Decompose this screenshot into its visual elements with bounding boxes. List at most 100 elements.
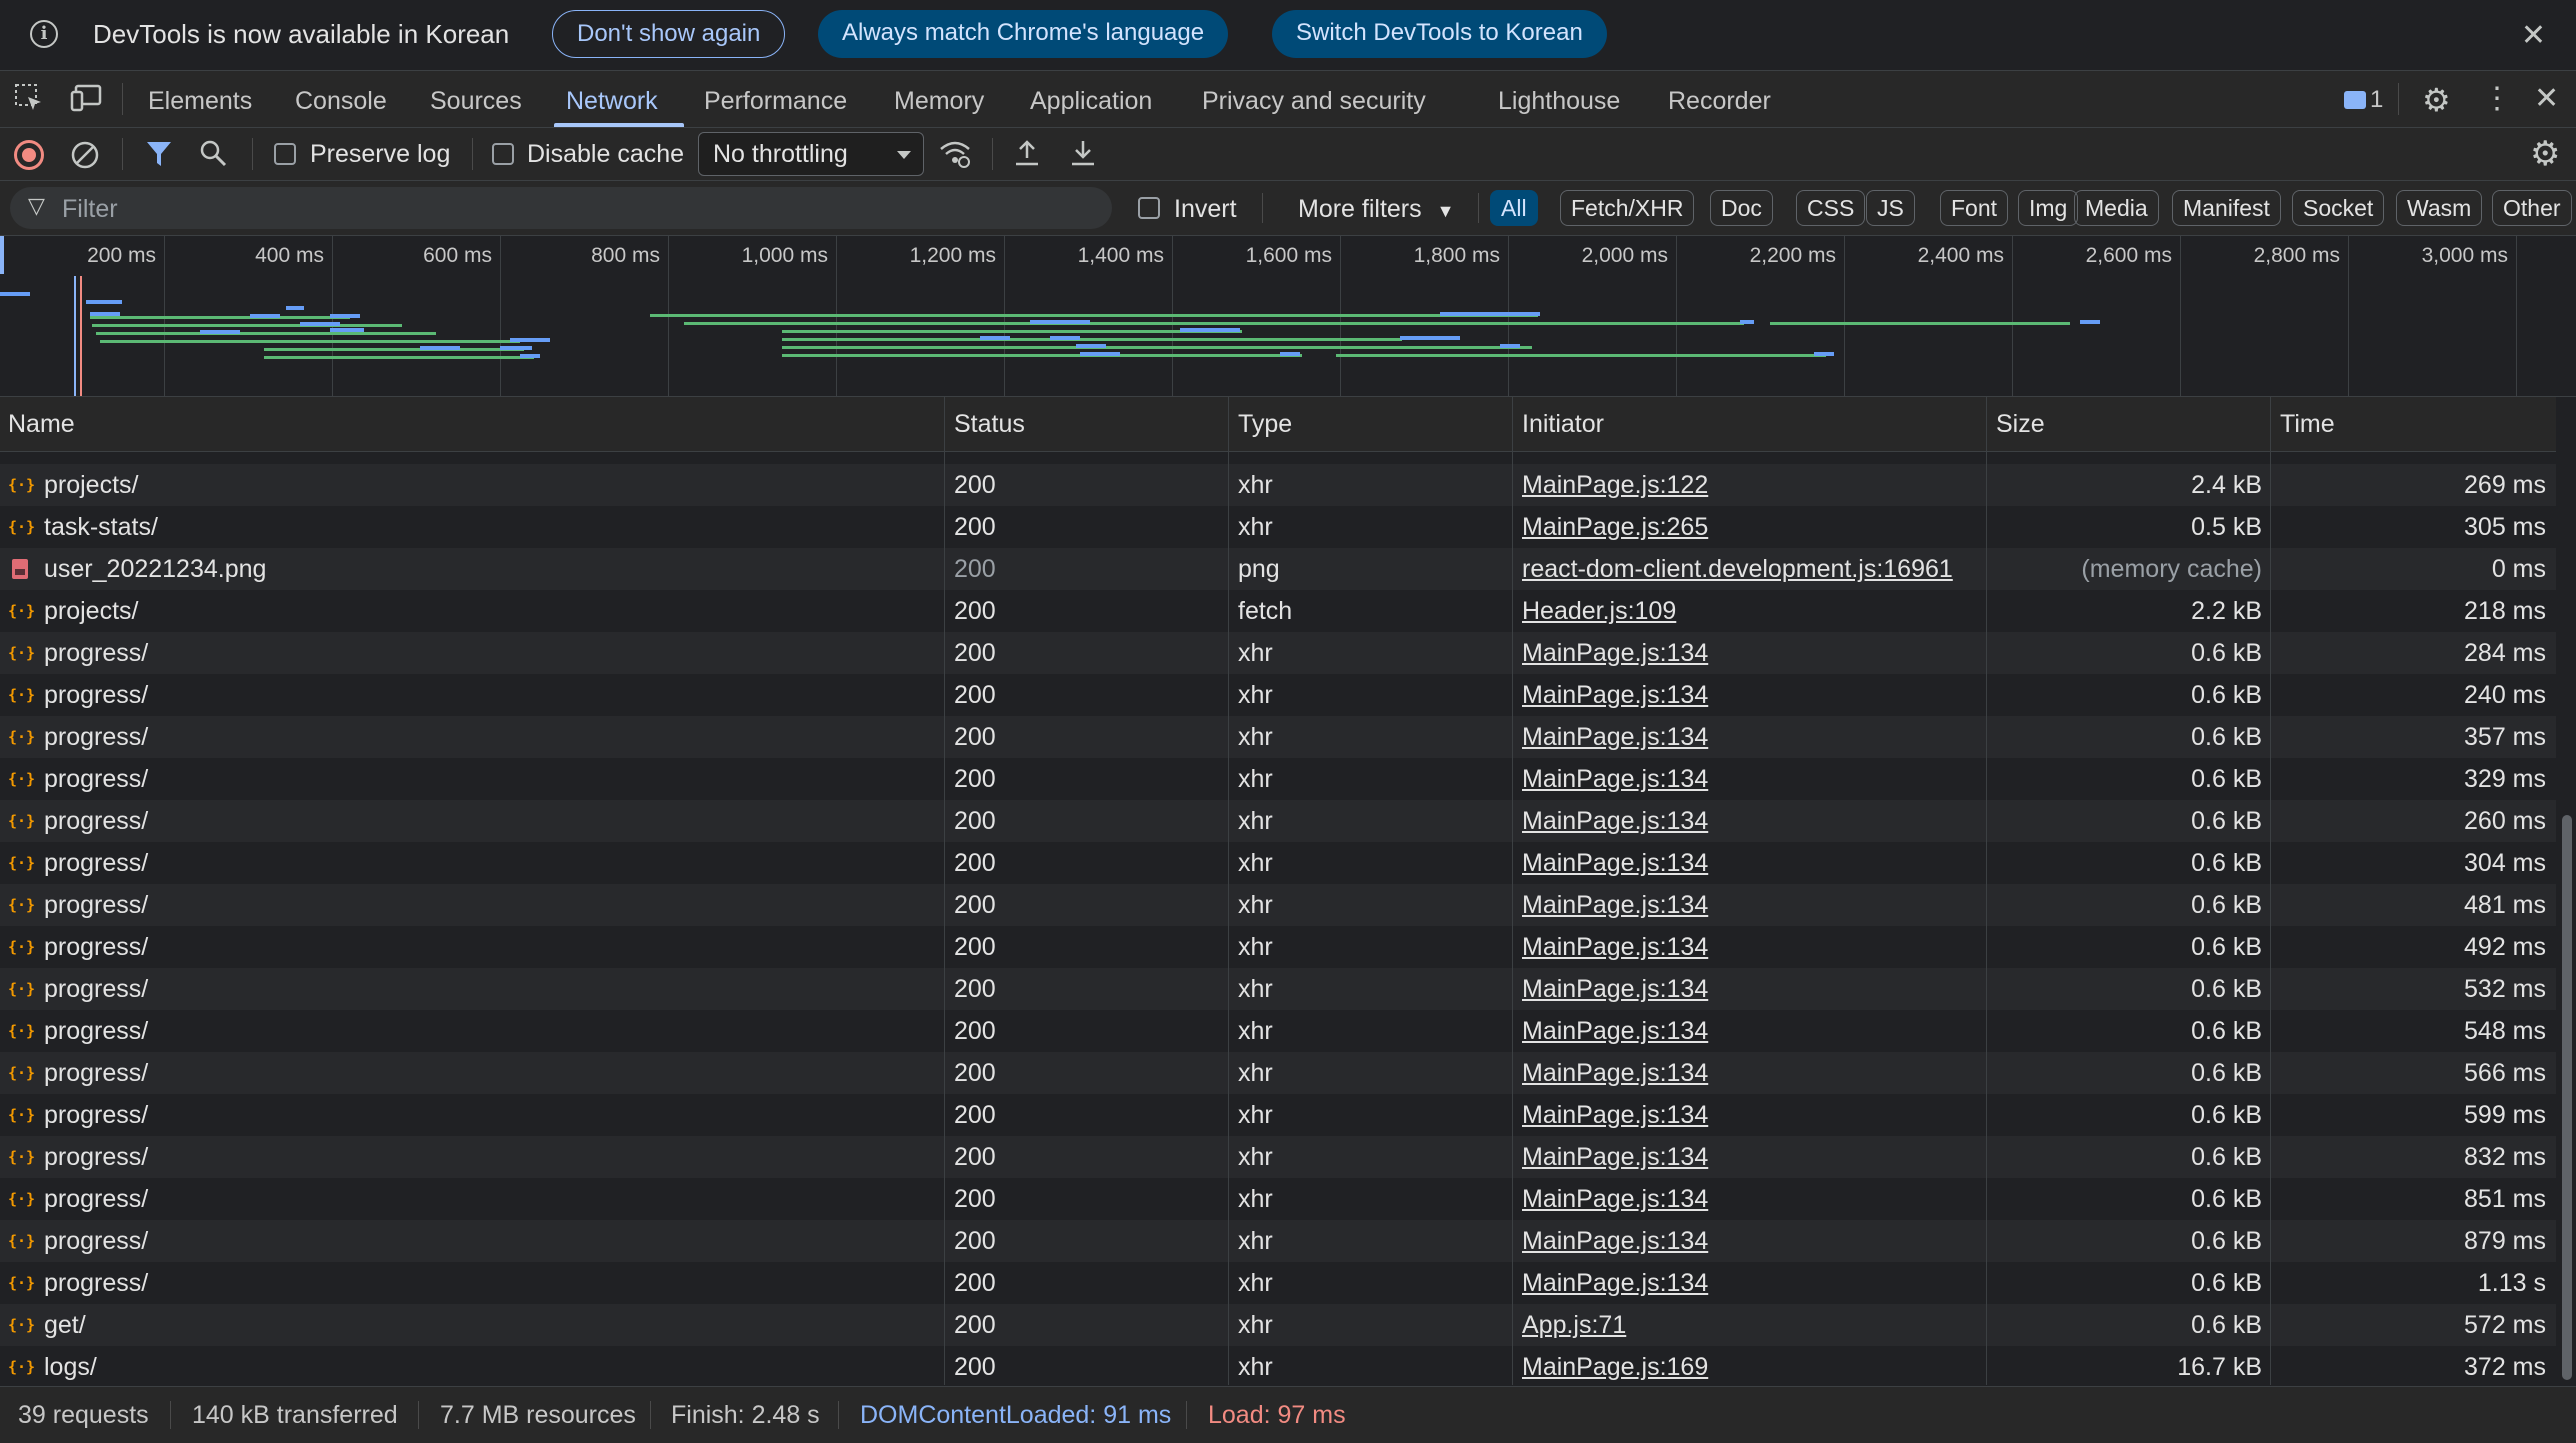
column-size[interactable]: Size	[1996, 397, 2045, 451]
filter-input[interactable]: ▽ Filter	[10, 187, 1112, 229]
table-row[interactable]: {·} progress/200 xhr MainPage.js:134 0.6 kB 8…	[0, 1178, 2556, 1220]
invert-checkbox[interactable]	[1138, 197, 1160, 219]
column-type[interactable]: Type	[1238, 397, 1292, 451]
table-row[interactable]: {·} projects/200 fetch Header.js:109 2.2 kB 2…	[0, 590, 2556, 632]
chip-wasm[interactable]: Wasm	[2396, 190, 2483, 226]
chip-img[interactable]: Img	[2018, 190, 2079, 226]
tab-privacy-and-security[interactable]: Privacy and security	[1202, 71, 1426, 127]
table-row[interactable]: {·} progress/200 xhr MainPage.js:134 0.6 kB 3…	[0, 758, 2556, 800]
filter-funnel-icon[interactable]	[146, 140, 172, 175]
network-settings-gear-icon[interactable]: ⚙	[2530, 134, 2560, 174]
tab-memory[interactable]: Memory	[894, 71, 984, 127]
always-match-language-button[interactable]: Always match Chrome's language	[818, 10, 1229, 58]
filter-placeholder: Filter	[62, 195, 118, 223]
request-initiator-link[interactable]: MainPage.js:134	[1522, 1094, 1972, 1136]
table-row[interactable]: {·} progress/200 xhr MainPage.js:134 0.6 kB 2…	[0, 674, 2556, 716]
request-initiator-link[interactable]: MainPage.js:122	[1522, 464, 1972, 506]
request-initiator-link[interactable]: MainPage.js:134	[1522, 884, 1972, 926]
table-row[interactable]: {·} progress/200 xhr MainPage.js:134 0.6 kB 5…	[0, 968, 2556, 1010]
table-row[interactable]: {·} progress/200 xhr MainPage.js:134 0.6 kB 3…	[0, 842, 2556, 884]
table-row[interactable]: {·} progress/200 xhr MainPage.js:134 0.6 kB 3…	[0, 716, 2556, 758]
preserve-log-checkbox[interactable]	[274, 143, 296, 165]
switch-to-korean-button[interactable]: Switch DevTools to Korean	[1272, 10, 1607, 58]
column-status[interactable]: Status	[954, 397, 1025, 451]
tab-performance[interactable]: Performance	[704, 71, 847, 127]
export-har-download-icon[interactable]	[1068, 138, 1098, 175]
request-initiator-link[interactable]: MainPage.js:134	[1522, 1052, 1972, 1094]
table-row[interactable]: {·} progress/200 xhr MainPage.js:134 0.6 kB 1…	[0, 1262, 2556, 1304]
issues-counter[interactable]: 1	[2344, 85, 2383, 115]
table-row[interactable]: {·} progress/200 xhr MainPage.js:134 0.6 kB 5…	[0, 1052, 2556, 1094]
network-overview-timeline[interactable]: 200 ms 400 ms 600 ms 800 ms 1,000 ms 1,200 ms…	[0, 236, 2576, 397]
chip-doc[interactable]: Doc	[1710, 190, 1773, 226]
request-initiator-link[interactable]: MainPage.js:134	[1522, 632, 1972, 674]
chip-other[interactable]: Other	[2492, 190, 2572, 226]
table-row[interactable]: {·} progress/200 xhr MainPage.js:134 0.6 kB 8…	[0, 1220, 2556, 1262]
dont-show-again-button[interactable]: Don't show again	[552, 10, 786, 58]
tab-elements[interactable]: Elements	[148, 71, 252, 127]
tab-network[interactable]: Network	[566, 71, 658, 127]
column-time[interactable]: Time	[2280, 397, 2335, 451]
table-row[interactable]: {·} progress/200 xhr MainPage.js:134 0.6 kB 4…	[0, 926, 2556, 968]
timeline-selection-handle[interactable]	[0, 236, 4, 274]
settings-gear-icon[interactable]: ⚙	[2422, 81, 2451, 119]
request-initiator-link[interactable]: MainPage.js:134	[1522, 1220, 1972, 1262]
tab-sources[interactable]: Sources	[430, 71, 522, 127]
table-row[interactable]: {·} projects/200 xhr MainPage.js:122 2.4 kB 2…	[0, 464, 2556, 506]
disable-cache-checkbox[interactable]	[492, 143, 514, 165]
column-name[interactable]: Name	[8, 397, 75, 451]
table-row[interactable]: {·} get/200 xhr App.js:71 0.6 kB 572 ms	[0, 1304, 2556, 1346]
chip-css[interactable]: CSS	[1796, 190, 1866, 226]
chip-js[interactable]: JS	[1866, 190, 1915, 226]
table-row[interactable]: {·} progress/200 xhr MainPage.js:134 0.6 kB 4…	[0, 884, 2556, 926]
tab-recorder[interactable]: Recorder	[1668, 71, 1771, 127]
inspect-element-icon[interactable]	[14, 83, 44, 120]
table-row[interactable]: {·} progress/200 xhr MainPage.js:134 0.6 kB 8…	[0, 1136, 2556, 1178]
request-initiator-link[interactable]: MainPage.js:134	[1522, 800, 1972, 842]
device-toolbar-icon[interactable]	[70, 83, 104, 120]
table-row[interactable]: user_20221234.png 200 png react-dom-client.…	[0, 548, 2556, 590]
table-scrollbar-thumb[interactable]	[2562, 815, 2572, 1380]
chip-socket[interactable]: Socket	[2292, 190, 2385, 226]
request-initiator-link[interactable]: MainPage.js:134	[1522, 1136, 1972, 1178]
request-initiator-link[interactable]: MainPage.js:134	[1522, 758, 1972, 800]
table-row[interactable]: {·} progress/200 xhr MainPage.js:134 0.6 kB 5…	[0, 1094, 2556, 1136]
request-initiator-link[interactable]: MainPage.js:134	[1522, 674, 1972, 716]
chip-all[interactable]: All	[1490, 190, 1538, 226]
request-initiator-link[interactable]: MainPage.js:134	[1522, 926, 1972, 968]
table-row[interactable]: {·} progress/200 xhr MainPage.js:134 0.6 kB 2…	[0, 632, 2556, 674]
chip-media[interactable]: Media	[2074, 190, 2159, 226]
throttling-select[interactable]: No throttling	[698, 132, 924, 176]
import-har-upload-icon[interactable]	[1012, 138, 1042, 175]
network-conditions-wifi-icon[interactable]	[938, 138, 972, 177]
close-devtools-icon[interactable]: ✕	[2534, 81, 2559, 116]
close-infobar-icon[interactable]: ✕	[2521, 18, 2546, 53]
request-initiator-link[interactable]: react-dom-client.development.js:16961	[1522, 548, 1972, 590]
request-initiator-link[interactable]: MainPage.js:134	[1522, 1178, 1972, 1220]
request-initiator-link[interactable]: MainPage.js:169	[1522, 1346, 1972, 1384]
request-initiator-link[interactable]: MainPage.js:265	[1522, 506, 1972, 548]
chip-manifest[interactable]: Manifest	[2172, 190, 2281, 226]
more-options-icon[interactable]: ⋮	[2482, 81, 2512, 116]
request-initiator-link[interactable]: MainPage.js:134	[1522, 1010, 1972, 1052]
more-filters-dropdown[interactable]: More filters ▼	[1298, 195, 1454, 224]
clear-icon[interactable]	[70, 140, 100, 177]
chip-font[interactable]: Font	[1940, 190, 2009, 226]
chip-fetch-xhr[interactable]: Fetch/XHR	[1560, 190, 1695, 226]
request-initiator-link[interactable]: MainPage.js:134	[1522, 1262, 1972, 1304]
request-initiator-link[interactable]: MainPage.js:134	[1522, 968, 1972, 1010]
tab-console[interactable]: Console	[295, 71, 387, 127]
record-icon[interactable]	[14, 140, 44, 170]
table-row[interactable]: {·} task-stats/200 xhr MainPage.js:265 0.5 k…	[0, 506, 2556, 548]
table-row[interactable]: {·} logs/200 xhr MainPage.js:169 16.7 kB 372 …	[0, 1346, 2556, 1384]
table-row[interactable]: {·} progress/200 xhr MainPage.js:134 0.6 kB 5…	[0, 1010, 2556, 1052]
request-initiator-link[interactable]: MainPage.js:134	[1522, 842, 1972, 884]
request-initiator-link[interactable]: MainPage.js:134	[1522, 716, 1972, 758]
search-icon[interactable]	[198, 138, 228, 175]
tab-application[interactable]: Application	[1030, 71, 1152, 127]
request-initiator-link[interactable]: App.js:71	[1522, 1304, 1972, 1346]
tab-lighthouse[interactable]: Lighthouse	[1498, 71, 1620, 127]
column-initiator[interactable]: Initiator	[1522, 397, 1604, 451]
table-row[interactable]: {·} progress/200 xhr MainPage.js:134 0.6 kB 2…	[0, 800, 2556, 842]
request-initiator-link[interactable]: Header.js:109	[1522, 590, 1972, 632]
